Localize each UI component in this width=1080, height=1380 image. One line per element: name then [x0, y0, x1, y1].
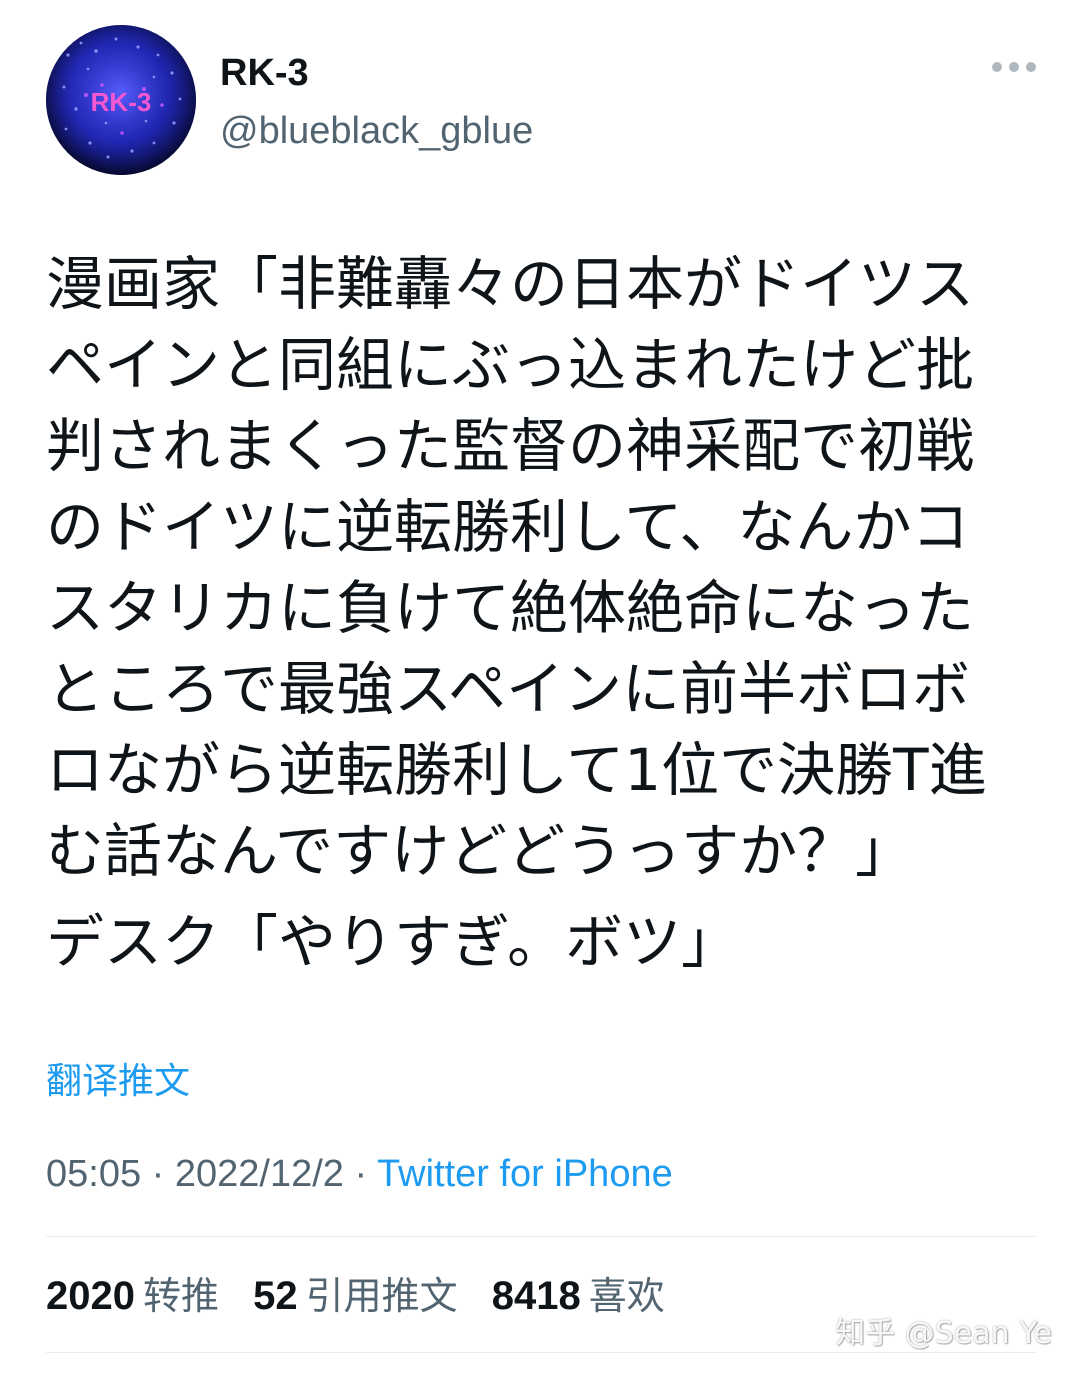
- author-handle[interactable]: @blueblack_gblue: [220, 109, 533, 153]
- more-horizontal-icon: [1026, 62, 1036, 72]
- tweet-text-line: む話なんですけどどうっすか？」: [46, 817, 914, 885]
- quotes-label: 引用推文: [305, 1274, 458, 1318]
- tweet-text-line: スタリカに負けて絶体絶命になった: [46, 574, 975, 642]
- retweets-label: 转推: [142, 1274, 219, 1318]
- retweets-stat[interactable]: 2020 转推: [46, 1274, 219, 1318]
- more-horizontal-icon: [1009, 62, 1019, 72]
- tweet-text-line: ペインと同組にぶっ込まれたけど批: [46, 331, 975, 399]
- tweet-text-line: 漫画家「非難轟々の日本がドイツス: [46, 250, 975, 318]
- translate-tweet-link[interactable]: 翻译推文: [46, 1060, 190, 1104]
- quotes-stat[interactable]: 52 引用推文: [253, 1274, 458, 1318]
- tweet-time[interactable]: 05:05: [46, 1153, 141, 1195]
- tweet-stats: 2020 转推 52 引用推文 8418 喜欢: [46, 1270, 687, 1322]
- likes-label: 喜欢: [588, 1274, 665, 1318]
- tweet-text-line: ところで最強スペインに前半ボロボ: [46, 655, 970, 723]
- retweets-count: 2020: [46, 1274, 135, 1318]
- meta-separator: ·: [151, 1153, 165, 1195]
- likes-stat[interactable]: 8418 喜欢: [492, 1274, 665, 1318]
- author-display-name[interactable]: RK-3: [220, 51, 533, 95]
- tweet-text-line: のドイツに逆転勝利して、なんかコ: [46, 493, 970, 561]
- tweet-text: 漫画家「非難轟々の日本がドイツス ペインと同組にぶっ込まれたけど批 判されまくっ…: [46, 244, 1036, 983]
- tweet-date[interactable]: 2022/12/2: [175, 1153, 344, 1195]
- likes-count: 8418: [491, 1274, 581, 1318]
- divider: [46, 1236, 1036, 1237]
- tweet-text-line: 判されまくった監督の神采配で初戦: [46, 412, 975, 480]
- watermark: 知乎 @Sean Ye: [835, 1316, 1052, 1351]
- quotes-count: 52: [253, 1274, 298, 1318]
- tweet-header: RK-3 RK-3 @blueblack_gblue: [46, 25, 1036, 175]
- avatar-label: RK-3: [91, 87, 152, 117]
- meta-separator: ·: [354, 1153, 368, 1195]
- avatar[interactable]: RK-3: [46, 25, 196, 175]
- more-options-button[interactable]: [992, 57, 1036, 77]
- tweet-source-link[interactable]: Twitter for iPhone: [377, 1153, 673, 1195]
- avatar-image: RK-3: [46, 25, 196, 175]
- author-names: RK-3 @blueblack_gblue: [220, 51, 533, 153]
- more-horizontal-icon: [992, 62, 1002, 72]
- tweet-meta: 05:05 · 2022/12/2 · Twitter for iPhone: [46, 1150, 673, 1198]
- tweet-text-paragraph: デスク「やりすぎ。ボツ」: [46, 908, 740, 976]
- tweet-text-line: ロながら逆転勝利して1位で決勝T進: [46, 736, 987, 804]
